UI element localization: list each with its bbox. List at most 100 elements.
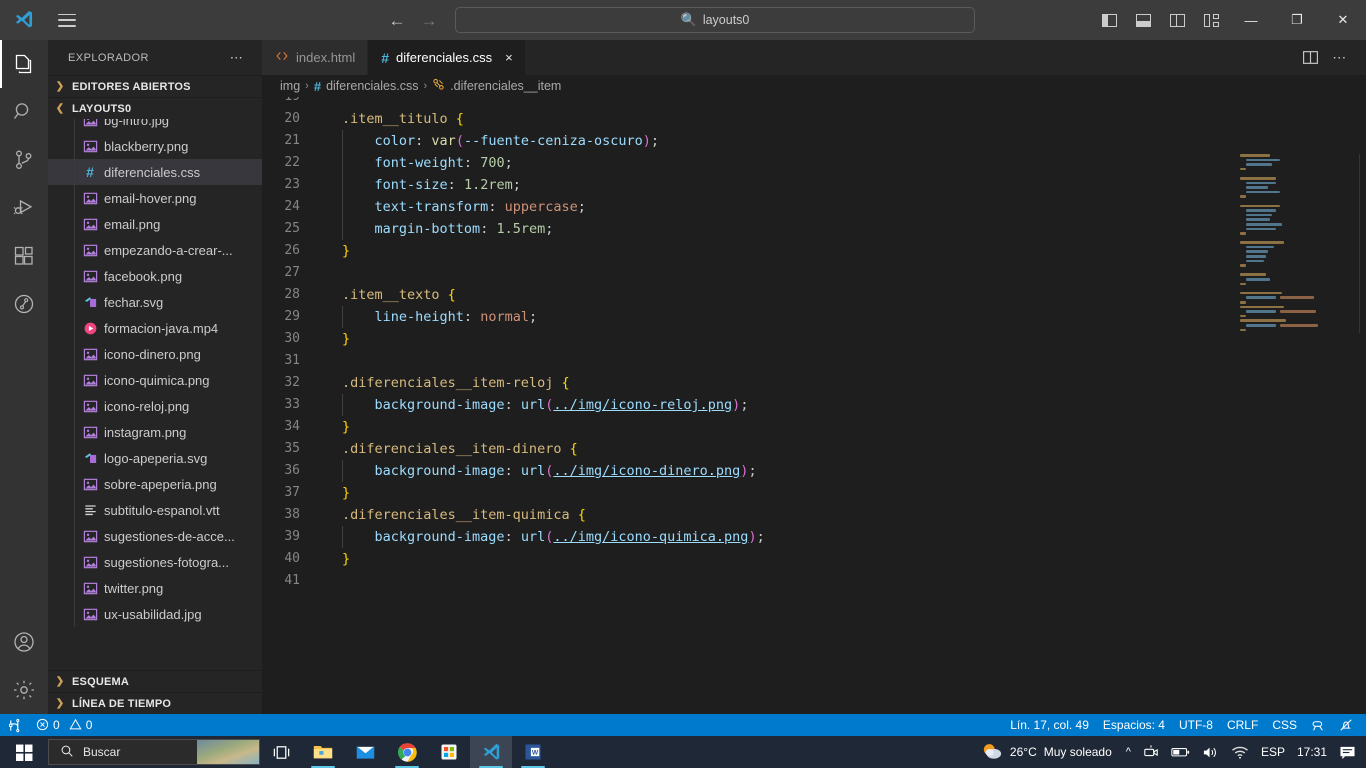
- file-tree-item[interactable]: formacion-java.mp4: [48, 315, 262, 341]
- code-line-text[interactable]: [320, 262, 342, 284]
- notification-center-icon[interactable]: [1333, 736, 1362, 768]
- file-tree-item[interactable]: subtitulo-espanol.vtt: [48, 497, 262, 523]
- taskbar-clock[interactable]: 17:31: [1291, 736, 1333, 768]
- sidebar-section-linea-de-tiempo[interactable]: ❯ LÍNEA DE TIEMPO: [48, 692, 262, 714]
- file-tree-item[interactable]: icono-quimica.png: [48, 367, 262, 393]
- code-line[interactable]: 33 background-image: url(../img/icono-re…: [262, 394, 1366, 416]
- camera-icon[interactable]: [1137, 736, 1165, 768]
- taskbar-app-visual-studio-code[interactable]: [470, 736, 512, 768]
- notifications-icon[interactable]: [1332, 714, 1360, 736]
- code-line[interactable]: 22 font-weight: 700;: [262, 152, 1366, 174]
- breadcrumb-item[interactable]: # diferenciales.css: [314, 79, 419, 94]
- code-line-text[interactable]: background-image: url(../img/icono-diner…: [320, 460, 757, 482]
- close-icon[interactable]: ×: [505, 50, 513, 65]
- task-view-icon[interactable]: [260, 736, 302, 768]
- code-line-text[interactable]: .diferenciales__item-dinero {: [320, 438, 578, 460]
- windows-start-icon[interactable]: [0, 736, 48, 768]
- command-center-search[interactable]: 🔍 layouts0: [455, 7, 975, 33]
- code-line-text[interactable]: line-height: normal;: [320, 306, 537, 328]
- file-tree-item[interactable]: sugestiones-fotogra...: [48, 549, 262, 575]
- code-line-text[interactable]: }: [320, 328, 350, 350]
- code-line-text[interactable]: text-transform: uppercase;: [320, 196, 586, 218]
- tray-chevron-up-icon[interactable]: ^: [1120, 736, 1137, 768]
- sidebar-item-search[interactable]: [0, 88, 48, 136]
- code-line-text[interactable]: }: [320, 548, 350, 570]
- minimize-button[interactable]: —: [1228, 0, 1274, 40]
- problems-status[interactable]: 0 0: [29, 714, 99, 736]
- file-tree-item[interactable]: twitter.png: [48, 575, 262, 601]
- manage-settings-button[interactable]: [0, 666, 48, 714]
- minimap[interactable]: [1240, 154, 1360, 714]
- file-tree-item[interactable]: ux-usabilidad.jpg: [48, 601, 262, 627]
- file-tree-item[interactable]: sugestiones-de-acce...: [48, 523, 262, 549]
- editor-position[interactable]: Lín. 17, col. 49: [1003, 714, 1096, 736]
- taskbar-app-google-chrome[interactable]: [386, 736, 428, 768]
- sidebar-item-source-control[interactable]: [0, 136, 48, 184]
- code-line[interactable]: 27: [262, 262, 1366, 284]
- file-tree-item[interactable]: instagram.png: [48, 419, 262, 445]
- taskbar-app-file-explorer[interactable]: [302, 736, 344, 768]
- code-line-text[interactable]: margin-bottom: 1.5rem;: [320, 218, 553, 240]
- sidebar-item-extensions[interactable]: [0, 232, 48, 280]
- code-line[interactable]: 28 .item__texto {: [262, 284, 1366, 306]
- sidebar-item-live-share[interactable]: [0, 280, 48, 328]
- file-tree-item[interactable]: icono-reloj.png: [48, 393, 262, 419]
- code-line[interactable]: 21 color: var(--fuente-ceniza-oscuro);: [262, 130, 1366, 152]
- code-line-text[interactable]: .diferenciales__item-reloj {: [320, 372, 570, 394]
- code-line-text[interactable]: background-image: url(../img/icono-reloj…: [320, 394, 748, 416]
- sidebar-item-explorer[interactable]: [0, 40, 48, 88]
- hamburger-menu-icon[interactable]: [48, 0, 86, 40]
- taskbar-app-mail[interactable]: [344, 736, 386, 768]
- taskbar-search-input[interactable]: Buscar: [48, 739, 260, 765]
- code-line[interactable]: 20 .item__titulo {: [262, 108, 1366, 130]
- code-line-text[interactable]: .item__titulo {: [320, 108, 464, 130]
- code-line-text[interactable]: color: var(--fuente-ceniza-oscuro);: [320, 130, 659, 152]
- sidebar-section-open-editors[interactable]: ❯ EDITORES ABIERTOS: [48, 75, 262, 97]
- breadcrumb-item[interactable]: img: [280, 79, 300, 93]
- close-button[interactable]: ✕: [1320, 0, 1366, 40]
- code-line[interactable]: 40}: [262, 548, 1366, 570]
- input-language-indicator[interactable]: ESP: [1255, 736, 1291, 768]
- breadcrumb[interactable]: img › # diferenciales.css › .diferenciales__i…: [262, 75, 1366, 97]
- code-line[interactable]: 41: [262, 570, 1366, 592]
- file-tree-item[interactable]: # diferenciales.css: [48, 159, 262, 185]
- breadcrumb-item[interactable]: .diferenciales__item: [432, 78, 561, 94]
- encoding-status[interactable]: UTF-8: [1172, 714, 1220, 736]
- code-line[interactable]: 34}: [262, 416, 1366, 438]
- code-line[interactable]: 24 text-transform: uppercase;: [262, 196, 1366, 218]
- code-line-text[interactable]: font-size: 1.2rem;: [320, 174, 521, 196]
- remote-window-icon[interactable]: [0, 714, 29, 736]
- code-line[interactable]: 36 background-image: url(../img/icono-di…: [262, 460, 1366, 482]
- code-content[interactable]: 1920.item__titulo {21 color: var(--fuent…: [262, 97, 1366, 592]
- ellipsis-icon[interactable]: ⋯: [1326, 40, 1354, 75]
- code-line-text[interactable]: [320, 570, 342, 592]
- sidebar-section-layouts0[interactable]: ❮ LAYOUTS0: [48, 97, 262, 119]
- eol-status[interactable]: CRLF: [1220, 714, 1265, 736]
- ellipsis-icon[interactable]: ⋯: [230, 50, 244, 66]
- code-line-text[interactable]: }: [320, 416, 350, 438]
- indentation-status[interactable]: Espacios: 4: [1096, 714, 1172, 736]
- file-tree-item[interactable]: icono-dinero.png: [48, 341, 262, 367]
- customize-layout-icon[interactable]: [1194, 0, 1228, 40]
- file-tree-item[interactable]: fechar.svg: [48, 289, 262, 315]
- code-line[interactable]: 38 .diferenciales__item-quimica {: [262, 504, 1366, 526]
- language-mode-status[interactable]: CSS: [1265, 714, 1304, 736]
- code-line-text[interactable]: [320, 350, 342, 372]
- file-tree-item[interactable]: sobre-apeperia.png: [48, 471, 262, 497]
- code-line[interactable]: 31: [262, 350, 1366, 372]
- battery-icon[interactable]: [1165, 736, 1196, 768]
- code-editor[interactable]: 1920.item__titulo {21 color: var(--fuent…: [262, 97, 1366, 714]
- file-tree-item[interactable]: email.png: [48, 211, 262, 237]
- code-line-text[interactable]: background-image: url(../img/icono-quimi…: [320, 526, 765, 548]
- toggle-primary-sidebar-icon[interactable]: [1092, 0, 1126, 40]
- file-tree-item[interactable]: facebook.png: [48, 263, 262, 289]
- code-line-text[interactable]: .item__texto {: [320, 284, 456, 306]
- file-tree[interactable]: bg-intro.jpg blackberry.png # diferenciales…: [48, 119, 262, 670]
- file-tree-item[interactable]: empezando-a-crear-...: [48, 237, 262, 263]
- code-line[interactable]: 35 .diferenciales__item-dinero {: [262, 438, 1366, 460]
- sidebar-item-run-and-debug[interactable]: [0, 184, 48, 232]
- toggle-secondary-sidebar-icon[interactable]: [1160, 0, 1194, 40]
- code-line[interactable]: 39 background-image: url(../img/icono-qu…: [262, 526, 1366, 548]
- taskbar-weather-widget[interactable]: 26°C Muy soleado: [975, 741, 1120, 764]
- file-tree-item[interactable]: logo-apeperia.svg: [48, 445, 262, 471]
